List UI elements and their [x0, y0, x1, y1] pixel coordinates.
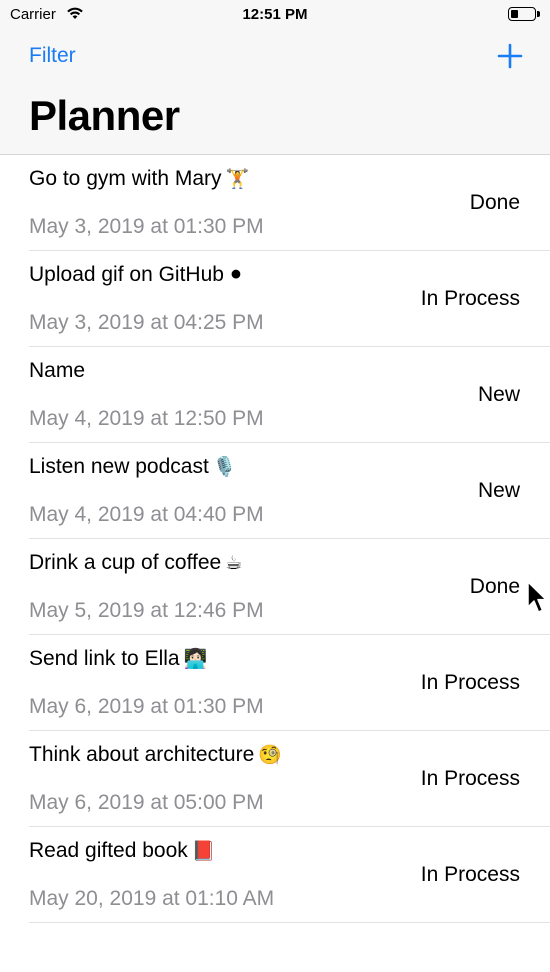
task-row[interactable]: Upload gif on GitHub ⚫ May 3, 2019 at 04:…	[0, 251, 550, 347]
task-status: New	[477, 479, 520, 502]
mouse-cursor-icon	[527, 581, 547, 613]
task-row[interactable]: Send link to Ella 👩🏻‍💻 May 6, 2019 at 01:…	[0, 635, 550, 731]
task-row[interactable]: Go to gym with Mary 🏋️ May 3, 2019 at 01:…	[0, 155, 550, 251]
task-date: May 3, 2019 at 04:25 PM	[29, 311, 264, 334]
task-emoji: 👩🏻‍💻	[183, 649, 208, 670]
page-title: Planner	[29, 92, 180, 139]
task-name: Listen new podcast 🎙️	[29, 455, 237, 478]
task-emoji: ⚫	[227, 265, 244, 286]
task-date: May 3, 2019 at 01:30 PM	[29, 215, 264, 238]
task-row[interactable]: Listen new podcast 🎙️ May 4, 2019 at 04:4…	[0, 443, 550, 539]
task-emoji: 📕	[191, 841, 216, 862]
task-emoji: 🧐	[258, 745, 282, 766]
task-status: In Process	[420, 863, 520, 886]
task-name: Go to gym with Mary 🏋️	[29, 167, 250, 190]
status-bar: Carrier 12:51 PM	[0, 0, 550, 30]
task-date: May 6, 2019 at 05:00 PM	[29, 791, 264, 814]
task-date: May 6, 2019 at 01:30 PM	[29, 695, 264, 718]
navigation-bar: Filter Planner	[0, 30, 550, 155]
task-list: Go to gym with Mary 🏋️ May 3, 2019 at 01:…	[0, 155, 550, 923]
task-emoji: 🏋️	[225, 169, 250, 190]
task-row[interactable]: Think about architecture 🧐 May 6, 2019 at…	[0, 731, 550, 827]
task-name: Read gifted book 📕	[29, 839, 216, 862]
status-time: 12:51 PM	[242, 6, 308, 23]
task-emoji: ☕	[225, 553, 243, 574]
task-status: In Process	[420, 287, 520, 310]
task-name: Send link to Ella 👩🏻‍💻	[29, 647, 208, 670]
battery-level	[511, 10, 518, 18]
add-task-button[interactable]	[496, 42, 524, 70]
task-name: Think about architecture 🧐	[29, 743, 282, 766]
task-row[interactable]: Read gifted book 📕 May 20, 2019 at 01:10 …	[0, 827, 550, 923]
task-status: Done	[469, 575, 520, 598]
task-date: May 5, 2019 at 12:46 PM	[29, 599, 264, 622]
task-status: In Process	[420, 767, 520, 790]
plus-icon	[497, 43, 523, 69]
filter-button[interactable]: Filter	[29, 44, 76, 68]
battery-icon	[508, 7, 540, 21]
task-name: Name	[29, 359, 86, 382]
task-row[interactable]: Drink a cup of coffee ☕ May 5, 2019 at 12…	[0, 539, 550, 635]
task-name: Drink a cup of coffee ☕	[29, 551, 243, 574]
task-date: May 20, 2019 at 01:10 AM	[29, 887, 275, 910]
task-name: Upload gif on GitHub ⚫	[29, 263, 244, 286]
task-status: Done	[469, 191, 520, 214]
task-emoji: 🎙️	[212, 457, 237, 478]
task-status: In Process	[420, 671, 520, 694]
task-date: May 4, 2019 at 12:50 PM	[29, 407, 264, 430]
task-date: May 4, 2019 at 04:40 PM	[29, 503, 264, 526]
task-status: New	[477, 383, 520, 406]
task-row[interactable]: Name May 4, 2019 at 12:50 PM New	[0, 347, 550, 443]
